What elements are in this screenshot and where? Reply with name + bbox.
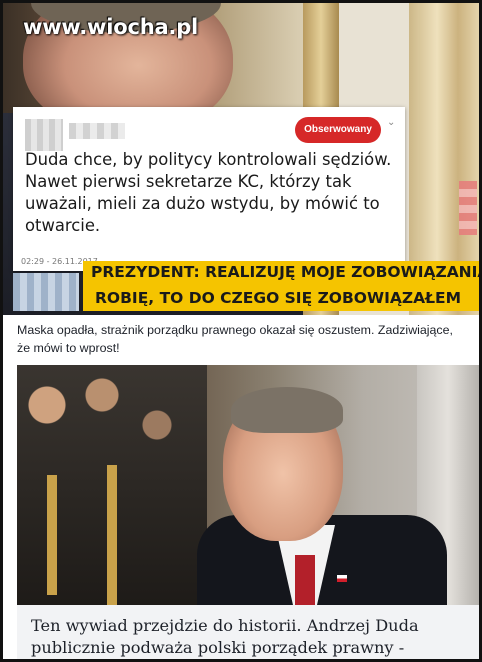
- blurred-avatar: [25, 119, 63, 151]
- hair: [231, 387, 343, 433]
- ticker-line-2: ROBIĘ, TO DO CZEGO SIĘ ZOBOWIĄZAŁEM: [95, 289, 462, 307]
- blurred-pin: [459, 181, 477, 235]
- guard-uniform-stripe: [47, 475, 57, 595]
- tweet-text: Duda chce, by politycy kontrolowali sędz…: [25, 150, 392, 235]
- follow-button[interactable]: Obserwowany: [295, 117, 381, 143]
- blurred-channel-logo: [13, 273, 79, 311]
- site-watermark: www.wiocha.pl: [23, 15, 199, 39]
- post-text: Maska opadła, strażnik porządku prawnego…: [17, 323, 453, 355]
- guard-uniform-stripe: [107, 465, 117, 605]
- chevron-down-icon[interactable]: ⌄: [387, 117, 399, 133]
- tv-screenshot: www.wiocha.pl Obserwowany ⌄ Duda chce, b…: [3, 3, 479, 315]
- article-link-preview[interactable]: Ten wywiad przejdzie do historii. Andrze…: [17, 605, 479, 659]
- red-tie: [295, 555, 315, 605]
- meme-frame: www.wiocha.pl Obserwowany ⌄ Duda chce, b…: [0, 0, 482, 662]
- tweet-card: Obserwowany ⌄ Duda chce, by politycy kon…: [13, 107, 405, 271]
- flag-pin: [337, 575, 347, 582]
- article-headline[interactable]: Ten wywiad przejdzie do historii. Andrze…: [31, 615, 471, 659]
- blurred-username: [69, 123, 125, 139]
- ticker-line-1: PREZYDENT: REALIZUJĘ MOJE ZOBOWIĄZANIA,: [91, 263, 479, 281]
- news-ticker: PREZYDENT: REALIZUJĘ MOJE ZOBOWIĄZANIA, …: [83, 261, 479, 311]
- article-photo[interactable]: [17, 365, 479, 605]
